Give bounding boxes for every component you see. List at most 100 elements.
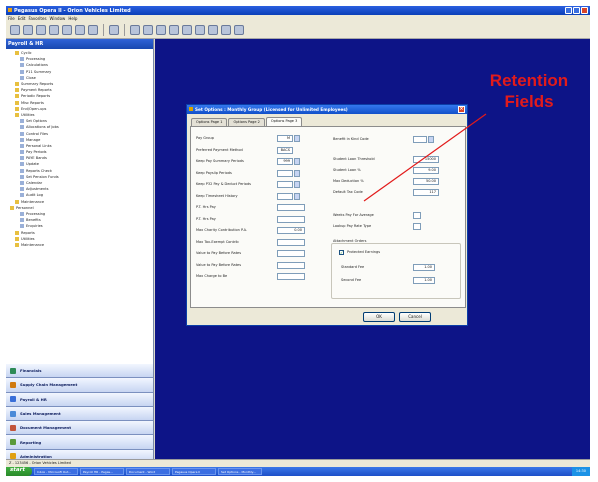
key-icon[interactable] bbox=[208, 24, 218, 35]
users-icon[interactable] bbox=[156, 24, 166, 35]
link-icon[interactable] bbox=[130, 24, 140, 35]
save-icon[interactable] bbox=[36, 24, 46, 35]
protected-earnings-checkbox[interactable]: ✓ bbox=[339, 250, 344, 255]
document-icon bbox=[20, 193, 24, 198]
field-input[interactable]: 15000 bbox=[413, 156, 439, 163]
field-label: Standard Fee bbox=[341, 265, 365, 269]
module-icon bbox=[10, 381, 16, 388]
module-item[interactable]: Financials bbox=[6, 364, 153, 379]
calc-icon[interactable] bbox=[195, 24, 205, 35]
refresh-icon[interactable] bbox=[88, 24, 98, 35]
module-item[interactable]: Sales Management bbox=[6, 406, 153, 422]
field-input[interactable]: BACS bbox=[277, 146, 293, 154]
document-icon bbox=[20, 57, 24, 62]
field-label: Weeks Pay For Average bbox=[333, 213, 374, 217]
module-icon bbox=[10, 439, 16, 446]
minimize-button[interactable] bbox=[565, 7, 572, 14]
calendar-icon[interactable] bbox=[221, 24, 231, 35]
tree-node-label: Update bbox=[26, 162, 40, 167]
options-tab[interactable]: Options Page 3 bbox=[265, 117, 303, 126]
module-item[interactable]: Document Management bbox=[6, 421, 153, 436]
undo-icon[interactable] bbox=[49, 24, 59, 35]
module-icon bbox=[10, 367, 16, 374]
dialog-close-button[interactable]: × bbox=[458, 106, 465, 113]
back-icon[interactable] bbox=[62, 24, 72, 35]
taskbar-button[interactable]: Set Options - Monthly... bbox=[218, 468, 262, 475]
new-icon[interactable] bbox=[10, 24, 20, 35]
field-input[interactable] bbox=[277, 250, 305, 257]
tree-node-label: Pay Periods bbox=[26, 150, 47, 155]
field-input[interactable] bbox=[277, 169, 293, 177]
dropdown-arrow-icon[interactable] bbox=[294, 192, 300, 200]
clipboard-icon[interactable] bbox=[234, 24, 244, 35]
module-list: Financials Supply Chain Management Payroll… bbox=[6, 364, 153, 474]
maximize-button[interactable] bbox=[573, 7, 580, 14]
module-label: Financials bbox=[20, 368, 42, 374]
folder-icon bbox=[15, 112, 19, 117]
document-icon bbox=[20, 119, 24, 124]
menu-favorites[interactable]: Favorites bbox=[28, 16, 46, 21]
folder-icon bbox=[15, 199, 19, 204]
field-input[interactable] bbox=[277, 215, 305, 223]
module-item[interactable]: Supply Chain Management bbox=[6, 378, 153, 393]
field-input[interactable]: 999 bbox=[277, 158, 293, 165]
field-input[interactable]: 9.00 bbox=[413, 167, 439, 174]
field-label: Value to Pay Before Rates bbox=[196, 251, 242, 255]
field-input[interactable] bbox=[277, 261, 305, 269]
field-input[interactable] bbox=[277, 192, 293, 200]
help-icon[interactable] bbox=[109, 24, 119, 35]
field-input[interactable] bbox=[413, 223, 421, 230]
taskbar-button[interactable]: Payroll HR - Pegas... bbox=[80, 468, 124, 475]
document-icon bbox=[20, 150, 24, 155]
chart-icon[interactable] bbox=[182, 24, 192, 35]
document-icon bbox=[20, 224, 24, 229]
menu-window[interactable]: Window bbox=[50, 16, 66, 21]
cancel-button[interactable]: Cancel bbox=[399, 312, 431, 322]
field-input[interactable]: 117 bbox=[413, 189, 439, 196]
dropdown-arrow-icon[interactable] bbox=[428, 136, 434, 143]
menu-help[interactable]: Help bbox=[68, 16, 77, 21]
start-button[interactable]: start bbox=[6, 467, 32, 476]
field-input[interactable] bbox=[413, 212, 421, 219]
taskbar-button[interactable]: Pegasus Opera II bbox=[172, 468, 216, 475]
field-input[interactable] bbox=[277, 238, 305, 246]
close-button[interactable] bbox=[581, 7, 588, 14]
field-input[interactable]: 50.00 bbox=[413, 178, 439, 185]
field-input[interactable] bbox=[277, 273, 305, 280]
field-input[interactable] bbox=[413, 136, 427, 143]
field-input[interactable] bbox=[277, 204, 305, 211]
field-label: Preferred Payment Method bbox=[196, 147, 243, 152]
options-tab[interactable]: Options Page 1 bbox=[191, 118, 228, 126]
tree-node-label: Processing bbox=[26, 57, 46, 62]
annotation-line1: Retention bbox=[489, 71, 569, 90]
window-title: Pegasus Opera II - Orion Vehicles Limite… bbox=[14, 8, 131, 14]
document-icon bbox=[20, 174, 24, 179]
field-input[interactable]: 1.00 bbox=[413, 264, 435, 271]
dropdown-arrow-icon[interactable] bbox=[294, 158, 300, 165]
app-icon bbox=[8, 8, 12, 12]
options-tab[interactable]: Options Page 2 bbox=[228, 118, 265, 126]
field-input[interactable]: 0.00 bbox=[277, 227, 305, 234]
module-item[interactable]: Reporting bbox=[6, 435, 153, 450]
tree-node[interactable]: Maintenance bbox=[6, 242, 153, 248]
module-icon bbox=[10, 396, 16, 403]
globe-icon[interactable] bbox=[169, 24, 179, 35]
field-input[interactable] bbox=[277, 181, 293, 188]
menu-edit[interactable]: Edit bbox=[18, 16, 26, 21]
taskbar-button[interactable]: Document - Word bbox=[126, 468, 170, 475]
forward-icon[interactable] bbox=[75, 24, 85, 35]
field-input[interactable]: M bbox=[277, 135, 293, 142]
ok-button[interactable]: OK bbox=[363, 312, 395, 322]
menu-file[interactable]: File bbox=[8, 16, 15, 21]
field-label: Keep Timesheet History bbox=[196, 193, 238, 198]
open-icon[interactable] bbox=[23, 24, 33, 35]
dropdown-arrow-icon[interactable] bbox=[294, 169, 300, 177]
field-label: Benefit in Kind Code bbox=[333, 137, 369, 141]
module-item[interactable]: Payroll & HR bbox=[6, 392, 153, 407]
folder-icon[interactable] bbox=[143, 24, 153, 35]
tree-node-label: Maintenance bbox=[21, 199, 45, 204]
dropdown-arrow-icon[interactable] bbox=[294, 181, 300, 188]
dropdown-arrow-icon[interactable] bbox=[294, 135, 300, 142]
field-input[interactable]: 1.00 bbox=[413, 277, 435, 284]
taskbar-button[interactable]: Inbox - Microsoft Out... bbox=[34, 468, 78, 475]
